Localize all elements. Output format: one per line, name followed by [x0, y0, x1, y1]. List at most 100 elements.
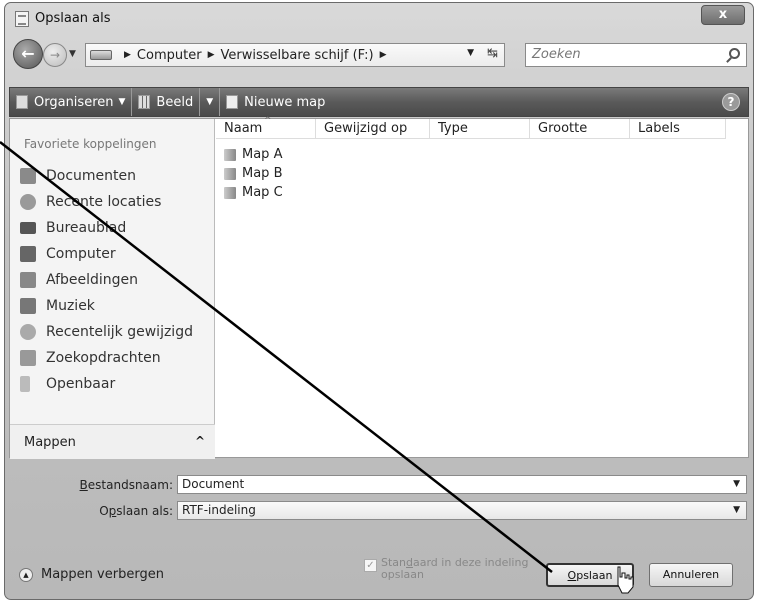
view-icon: [138, 95, 151, 109]
breadcrumb-computer[interactable]: Computer: [137, 48, 202, 63]
breadcrumb-separator-icon[interactable]: ▶: [124, 50, 131, 60]
close-button[interactable]: x: [701, 5, 745, 25]
column-name[interactable]: ^ Naam: [216, 116, 316, 139]
sidebar-item-public[interactable]: Openbaar: [20, 371, 193, 397]
favorites-list: Documenten Recente locaties Bureaublad C…: [20, 163, 193, 397]
hide-folders-label: Mappen verbergen: [41, 567, 164, 582]
file-list: Map A Map B Map C: [224, 145, 283, 202]
sidebar-item-label: Recente locaties: [46, 194, 162, 210]
filename-label: Bestandsnaam:: [79, 477, 173, 492]
column-size-label: Grootte: [538, 121, 588, 136]
folder-icon: [224, 167, 236, 180]
back-arrow-icon[interactable]: ←: [13, 39, 43, 69]
column-size[interactable]: Grootte: [530, 119, 630, 139]
hide-folders-button[interactable]: ▲ Mappen verbergen: [19, 567, 164, 582]
favorites-heading: Favoriete koppelingen: [24, 137, 157, 151]
folder-icon: [224, 148, 236, 161]
chevron-down-icon: ▼: [118, 97, 126, 107]
column-headers: ^ Naam Gewijzigd op Type Grootte Labels: [216, 116, 726, 139]
savetype-select[interactable]: RTF-indeling ▼: [177, 501, 747, 520]
filename-row: Bestandsnaam: Document ▼: [5, 475, 747, 494]
computer-icon: [20, 246, 36, 262]
address-dropdown-icon[interactable]: ▼: [467, 48, 474, 58]
collapse-icon: ▲: [19, 567, 33, 582]
browser-area: Favoriete koppelingen Documenten Recente…: [9, 116, 749, 459]
folder-icon: [224, 186, 236, 199]
sidebar-item-music[interactable]: Muziek: [20, 293, 193, 319]
search-input[interactable]: Zoeken: [525, 43, 747, 67]
file-name: Map A: [242, 147, 283, 162]
sidebar-item-desktop[interactable]: Bureaublad: [20, 215, 193, 241]
search-placeholder: Zoeken: [532, 47, 581, 62]
view-dropdown-button[interactable]: ▼: [200, 88, 219, 116]
organize-button[interactable]: Organiseren ▼: [10, 88, 131, 116]
column-labels[interactable]: Labels: [630, 119, 726, 139]
sidebar-item-label: Documenten: [46, 168, 137, 184]
organize-label: Organiseren: [34, 94, 114, 110]
searches-icon: [20, 350, 36, 366]
organize-icon: [16, 95, 28, 109]
sidebar-item-recent-places[interactable]: Recente locaties: [20, 189, 193, 215]
view-button[interactable]: Beeld: [132, 88, 199, 116]
sidebar-item-searches[interactable]: Zoekopdrachten: [20, 345, 193, 371]
column-name-label: Naam: [224, 121, 263, 136]
sidebar-item-label: Openbaar: [46, 376, 116, 392]
cancel-button[interactable]: Annuleren: [649, 563, 733, 587]
public-icon: [20, 376, 30, 392]
list-item[interactable]: Map A: [224, 145, 283, 164]
title-bar: Opslaan als x: [5, 3, 753, 33]
chevron-up-icon: ^: [194, 434, 205, 448]
list-item[interactable]: Map B: [224, 164, 283, 183]
breadcrumb-removable-drive[interactable]: Verwisselbare schijf (F:): [220, 48, 373, 63]
chevron-down-icon: ▼: [206, 97, 214, 107]
sort-ascending-icon: ^: [264, 116, 272, 126]
column-type[interactable]: Type: [430, 119, 530, 139]
music-icon: [20, 298, 36, 314]
column-labels-label: Labels: [638, 121, 680, 136]
column-date-label: Gewijzigd op: [324, 121, 408, 136]
chevron-down-icon[interactable]: ▼: [733, 502, 740, 519]
savetype-row: Opslaan als: RTF-indeling ▼: [5, 501, 747, 520]
recently-changed-icon: [20, 324, 36, 340]
address-bar[interactable]: ▶ Computer ▶ Verwisselbare schijf (F:) ▶…: [85, 43, 505, 67]
savetype-label: Opslaan als:: [99, 503, 173, 518]
chevron-down-icon[interactable]: ▼: [733, 476, 740, 493]
refresh-icon[interactable]: ↹: [487, 46, 498, 61]
breadcrumb-separator-icon[interactable]: ▶: [380, 50, 387, 60]
mouse-cursor-icon: [617, 566, 634, 594]
search-icon[interactable]: [729, 48, 740, 59]
sidebar-item-label: Computer: [46, 246, 116, 262]
folders-label: Mappen: [24, 435, 76, 450]
sidebar-item-pictures[interactable]: Afbeeldingen: [20, 267, 193, 293]
forward-arrow-icon[interactable]: →: [43, 43, 67, 67]
savetype-value: RTF-indeling: [182, 503, 256, 517]
default-format-checkbox[interactable]: ✓ Standaard in deze indeling opslaan: [364, 557, 528, 581]
history-dropdown-icon[interactable]: ▼: [69, 49, 76, 59]
sidebar-item-recently-changed[interactable]: Recentelijk gewijzigd: [20, 319, 193, 345]
help-icon[interactable]: ?: [722, 93, 740, 111]
view-label: Beeld: [156, 94, 194, 110]
recent-places-icon: [20, 194, 36, 210]
sidebar-item-documents[interactable]: Documenten: [20, 163, 193, 189]
default-format-label: Standaard in deze indeling opslaan: [381, 556, 529, 581]
checkbox-icon[interactable]: ✓: [364, 559, 377, 572]
filename-field[interactable]: Document ▼: [177, 475, 747, 494]
new-folder-button[interactable]: Nieuwe map: [220, 88, 331, 116]
column-date-modified[interactable]: Gewijzigd op: [316, 119, 430, 139]
new-folder-icon: [226, 95, 239, 109]
sidebar-item-label: Bureaublad: [46, 220, 127, 236]
sidebar-item-label: Recentelijk gewijzigd: [46, 324, 193, 340]
sidebar-item-computer[interactable]: Computer: [20, 241, 193, 267]
folders-toggle[interactable]: Mappen ^: [10, 424, 215, 459]
command-toolbar: Organiseren ▼ Beeld ▼ Nieuwe map ?: [9, 87, 749, 117]
desktop-icon: [20, 222, 36, 234]
breadcrumb-separator-icon[interactable]: ▶: [208, 50, 215, 60]
file-name: Map C: [242, 185, 283, 200]
sidebar-item-label: Afbeeldingen: [46, 272, 139, 288]
documents-icon: [20, 168, 36, 184]
drive-icon: [90, 50, 112, 60]
list-item[interactable]: Map C: [224, 183, 283, 202]
new-folder-label: Nieuwe map: [244, 94, 326, 110]
navigation-pane: Favoriete koppelingen Documenten Recente…: [10, 119, 215, 459]
column-type-label: Type: [438, 121, 468, 136]
